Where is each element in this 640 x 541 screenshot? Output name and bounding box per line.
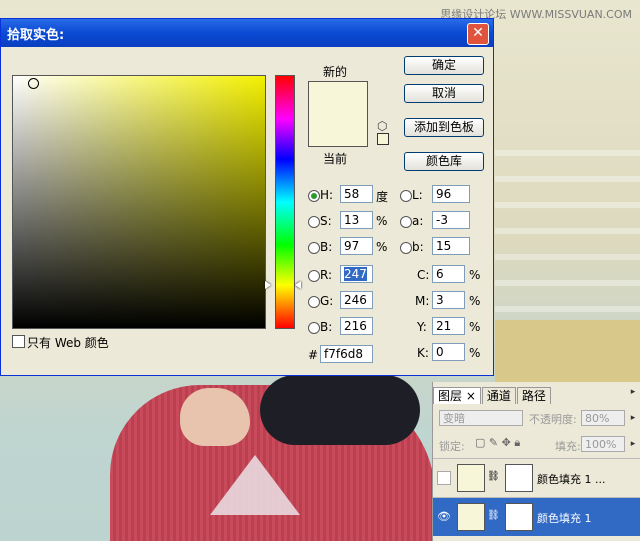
fill-input[interactable]: 100%	[581, 436, 625, 452]
lab-a-input[interactable]: -3	[432, 211, 470, 229]
fill-label: 填充:	[555, 440, 581, 453]
blend-mode-dropdown[interactable]: 变暗	[439, 410, 523, 426]
link-icon: ⛓	[487, 510, 500, 521]
layer-fill-thumbnail	[457, 503, 485, 531]
saturation-input[interactable]: 13	[340, 211, 373, 229]
hue-slider[interactable]	[275, 75, 295, 329]
label-k: K:	[417, 346, 429, 360]
label-blue: B:	[320, 320, 333, 334]
label-g: G:	[320, 294, 334, 308]
hex-input[interactable]: f7f6d8	[320, 345, 373, 363]
yellow-input[interactable]: 21	[432, 317, 465, 335]
layer-mask-thumbnail	[505, 503, 533, 531]
label-l: L:	[412, 188, 423, 202]
green-input[interactable]: 246	[340, 291, 373, 309]
radio-lab-b[interactable]	[400, 242, 412, 254]
opacity-input[interactable]: 80%	[581, 410, 625, 426]
radio-a[interactable]	[400, 216, 412, 228]
add-to-swatches-button[interactable]: 添加到色板	[404, 118, 484, 137]
color-field[interactable]	[12, 75, 266, 329]
radio-blue[interactable]	[308, 322, 320, 334]
ok-button[interactable]: 确定	[404, 56, 484, 75]
lock-label: 锁定:	[439, 440, 465, 453]
hue-slider-right-arrow[interactable]	[295, 281, 301, 289]
brightness-unit: %	[376, 240, 388, 254]
new-color-label: 新的	[323, 65, 348, 79]
saturation-unit: %	[376, 214, 388, 228]
cyan-unit: %	[469, 268, 481, 282]
layer-mask-thumbnail	[505, 464, 533, 492]
dialog-title: 拾取实色:	[7, 27, 65, 43]
lock-icons[interactable]: ▢ ✎ ✥ 🔒︎	[475, 436, 520, 450]
layer-fill-thumbnail	[457, 464, 485, 492]
background-yellow-wall	[495, 320, 640, 385]
eye-icon[interactable]: 👁︎	[437, 510, 451, 524]
brightness-input[interactable]: 97	[340, 237, 373, 255]
dialog-titlebar[interactable]: 拾取实色:	[1, 19, 493, 47]
layer-name: 颜色填充 1 ...	[537, 473, 606, 486]
opacity-label: 不透明度:	[529, 413, 577, 426]
background-window-blinds	[495, 150, 640, 320]
label-y: Y:	[417, 320, 427, 334]
label-h: H:	[320, 188, 334, 202]
black-scarf	[260, 375, 420, 445]
label-r: R:	[320, 268, 333, 282]
layer-row-selected[interactable]: 👁︎ ⛓ 颜色填充 1	[433, 497, 640, 536]
cancel-button[interactable]: 取消	[404, 84, 484, 103]
radio-h[interactable]	[308, 190, 320, 202]
magenta-input[interactable]: 3	[432, 291, 465, 309]
yellow-unit: %	[469, 320, 481, 334]
cyan-input[interactable]: 6	[432, 265, 465, 283]
blue-input[interactable]: 216	[340, 317, 373, 335]
hex-hash-label: #	[308, 348, 319, 362]
lab-b-input[interactable]: 15	[432, 237, 470, 255]
label-lab-b: b:	[412, 240, 424, 254]
color-libraries-button[interactable]: 颜色库	[404, 152, 484, 171]
label-c: C:	[417, 268, 430, 282]
label-a: a:	[412, 214, 424, 228]
web-safe-cube-icon[interactable]: ⬡	[377, 119, 387, 133]
hue-slider-left-arrow[interactable]	[265, 281, 271, 289]
layers-panel: 图层 × 通道 路径 ▸ 变暗 不透明度: 80% ▸ 锁定: ▢ ✎ ✥ 🔒︎…	[432, 382, 640, 541]
sweater-star-pattern	[210, 455, 300, 515]
radio-l[interactable]	[400, 190, 412, 202]
radio-b[interactable]	[308, 242, 320, 254]
visibility-toggle[interactable]	[437, 471, 451, 485]
panel-menu-icon[interactable]: ▸	[627, 386, 639, 398]
hue-input[interactable]: 58	[340, 185, 373, 203]
color-preview-swatch	[308, 81, 368, 147]
magenta-unit: %	[469, 294, 481, 308]
label-m: M:	[415, 294, 430, 308]
layer-name: 颜色填充 1	[537, 512, 592, 525]
black-unit: %	[469, 346, 481, 360]
web-colors-only-checkbox[interactable]	[12, 335, 25, 348]
web-colors-only-label: 只有 Web 颜色	[27, 336, 109, 350]
red-value: 247	[344, 267, 367, 281]
black-input[interactable]: 0	[432, 343, 465, 361]
layer-row[interactable]: ⛓ 颜色填充 1 ...	[433, 458, 640, 497]
opacity-arrow-icon[interactable]: ▸	[627, 412, 639, 424]
tab-layers-label: 图层	[438, 389, 463, 403]
radio-g[interactable]	[308, 296, 320, 308]
red-input[interactable]: 247	[340, 265, 373, 283]
label-s: S:	[320, 214, 332, 228]
tab-layers[interactable]: 图层 ×	[433, 387, 481, 404]
tab-paths[interactable]: 路径	[516, 387, 551, 404]
panel-tabs: 图层 × 通道 路径	[433, 387, 552, 405]
hue-unit: 度	[376, 190, 389, 204]
close-button[interactable]: ✕	[467, 23, 489, 45]
tab-channels[interactable]: 通道	[481, 387, 516, 404]
radio-s[interactable]	[308, 216, 320, 228]
radio-r[interactable]	[308, 270, 320, 282]
label-b: B:	[320, 240, 333, 254]
link-icon: ⛓	[487, 471, 500, 482]
hand	[180, 388, 250, 446]
color-picker-dialog: 拾取实色: ✕ 新的 当前 ⬡ 确定 取消 添加到色板 颜色库 H: 58 度 …	[0, 18, 494, 376]
lightness-input[interactable]: 96	[432, 185, 470, 203]
current-color-label: 当前	[323, 152, 348, 166]
fill-arrow-icon[interactable]: ▸	[627, 438, 639, 450]
web-safe-swatch[interactable]	[377, 133, 389, 145]
color-field-marker[interactable]	[28, 78, 39, 89]
tab-close-icon[interactable]: ×	[466, 389, 476, 403]
